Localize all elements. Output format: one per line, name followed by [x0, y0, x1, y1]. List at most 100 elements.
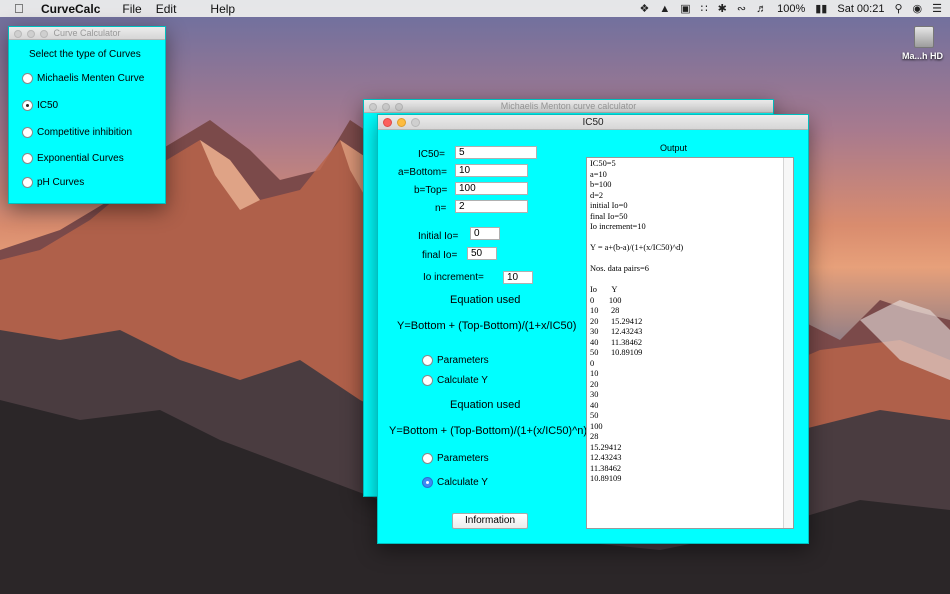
- app-menu[interactable]: CurveCalc: [41, 2, 100, 16]
- disk-label: Ma...h HD: [902, 51, 944, 61]
- curve-type-prompt: Select the type of Curves: [29, 49, 141, 60]
- minimize-icon[interactable]: [27, 30, 35, 38]
- ic50-titlebar[interactable]: IC50: [378, 115, 808, 130]
- output-line: Io Y: [590, 285, 618, 294]
- output-line: 28: [590, 432, 599, 441]
- output-title: Output: [660, 143, 688, 153]
- output-line: IC50=5: [590, 159, 616, 168]
- option-label: Parameters: [437, 355, 489, 366]
- output-scrollbar[interactable]: [783, 158, 793, 528]
- output-line: 20 15.29412: [590, 316, 643, 326]
- option-label: Michaelis Menten Curve: [37, 73, 145, 84]
- radio-icon[interactable]: [22, 73, 33, 84]
- s-app-icon[interactable]: ▣: [680, 2, 690, 15]
- option-label: Calculate Y: [437, 375, 488, 386]
- zoom-icon[interactable]: [40, 30, 48, 38]
- ic50-window: IC50 IC50= a=Bottom= b=Top= n= Initial I…: [377, 114, 809, 544]
- minimize-icon[interactable]: [397, 118, 406, 127]
- volume-icon[interactable]: ♬: [756, 3, 767, 15]
- final-io-input[interactable]: [467, 247, 497, 260]
- notification-center-icon[interactable]: ☰: [932, 2, 942, 15]
- zoom-icon[interactable]: [395, 103, 403, 111]
- output-textarea[interactable]: IC50=5 a=10 b=100 d=2 initial Io=0 final Io=5…: [586, 157, 794, 529]
- option-ic50[interactable]: IC50: [22, 100, 58, 111]
- section1-parameters-option[interactable]: Parameters: [422, 355, 489, 366]
- drive-icon[interactable]: ▲: [659, 3, 670, 15]
- radio-selected-icon[interactable]: [422, 477, 433, 488]
- output-line: initial Io=0: [590, 201, 628, 210]
- section1-calculate-option[interactable]: Calculate Y: [422, 375, 488, 386]
- michaelis-titlebar[interactable]: Michaelis Menton curve calculator: [364, 100, 773, 113]
- option-label: IC50: [37, 100, 59, 111]
- desktop-disk[interactable]: Ma...h HD: [902, 26, 946, 61]
- window-title: Curve Calculator: [53, 28, 121, 38]
- radio-icon[interactable]: [22, 127, 33, 138]
- battery-icon[interactable]: ▮▮: [815, 2, 827, 15]
- search-icon[interactable]: ⚲: [894, 2, 902, 15]
- output-line: 100: [590, 421, 603, 431]
- radio-icon[interactable]: [422, 355, 433, 366]
- option-ph[interactable]: pH Curves: [22, 177, 84, 188]
- option-label: Competitive inhibition: [37, 127, 133, 138]
- bluetooth-icon[interactable]: ✱: [718, 2, 727, 15]
- equation-2: Y=Bottom + (Top-Bottom)/(1+(x/IC50)^n): [389, 425, 588, 437]
- output-line: 50: [590, 411, 599, 420]
- radio-icon[interactable]: [422, 375, 433, 386]
- top-label: b=Top=: [414, 185, 448, 196]
- output-line: 12.43243: [590, 453, 622, 462]
- dots-icon[interactable]: ∷: [701, 2, 708, 15]
- section2-calculate-option[interactable]: Calculate Y: [422, 477, 488, 488]
- equation-heading-2: Equation used: [450, 399, 521, 411]
- output-line: Nos. data pairs=6: [590, 264, 649, 273]
- output-line: d=2: [590, 190, 604, 200]
- output-line: 50 10.89109: [590, 348, 643, 357]
- window-title: Michaelis Menton curve calculator: [500, 101, 637, 111]
- io-increment-input[interactable]: [503, 271, 533, 284]
- ic50-input[interactable]: [455, 146, 537, 159]
- apple-menu-icon[interactable]: : [14, 1, 28, 16]
- top-input[interactable]: [455, 182, 528, 195]
- n-input[interactable]: [455, 200, 528, 213]
- io-increment-label: Io increment=: [423, 272, 484, 283]
- close-icon[interactable]: [14, 30, 22, 38]
- curve-calculator-titlebar[interactable]: Curve Calculator: [9, 27, 165, 40]
- output-line: 20: [590, 379, 599, 389]
- option-label: pH Curves: [37, 177, 85, 188]
- section2-parameters-option[interactable]: Parameters: [422, 453, 489, 464]
- output-line: 30 12.43243: [590, 327, 643, 336]
- menu-file[interactable]: File: [122, 2, 141, 16]
- output-line: Y = a+(b-a)/(1+(x/IC50)^d): [590, 243, 684, 252]
- option-label: Parameters: [437, 453, 489, 464]
- bottom-input[interactable]: [455, 164, 528, 177]
- option-michaelis-menten[interactable]: Michaelis Menten Curve: [22, 73, 144, 84]
- equation-heading-1: Equation used: [450, 294, 521, 306]
- wifi-icon[interactable]: ∾: [737, 2, 746, 15]
- initial-io-label: Initial Io=: [418, 231, 459, 242]
- menu-help[interactable]: Help: [210, 2, 235, 16]
- option-exponential[interactable]: Exponential Curves: [22, 153, 124, 164]
- radio-icon[interactable]: [22, 177, 33, 188]
- option-competitive-inhibition[interactable]: Competitive inhibition: [22, 127, 132, 138]
- radio-selected-icon[interactable]: [22, 100, 33, 111]
- menu-edit[interactable]: Edit: [156, 2, 177, 16]
- dropbox-icon[interactable]: ❖: [640, 2, 650, 15]
- menu-bar:  CurveCalc File Edit Help ❖ ▲ ▣ ∷ ✱ ∾ ♬…: [0, 0, 950, 17]
- close-icon[interactable]: [383, 118, 392, 127]
- radio-icon[interactable]: [22, 153, 33, 164]
- output-line: 30: [590, 390, 599, 399]
- zoom-icon[interactable]: [411, 118, 420, 127]
- close-icon[interactable]: [369, 103, 377, 111]
- output-line: 0 100: [590, 295, 622, 305]
- output-line: 15.29412: [590, 442, 622, 452]
- output-lines: IC50=5 a=10 b=100 d=2 initial Io=0 final Io=5…: [590, 159, 790, 485]
- siri-icon[interactable]: ◉: [913, 2, 923, 15]
- information-button[interactable]: Information: [452, 513, 528, 529]
- status-area: ❖ ▲ ▣ ∷ ✱ ∾ ♬ 100% ▮▮ Sat 00:21 ⚲ ◉ ☰: [640, 0, 943, 17]
- minimize-icon[interactable]: [382, 103, 390, 111]
- radio-icon[interactable]: [422, 453, 433, 464]
- clock[interactable]: Sat 00:21: [837, 3, 884, 15]
- initial-io-input[interactable]: [470, 227, 500, 240]
